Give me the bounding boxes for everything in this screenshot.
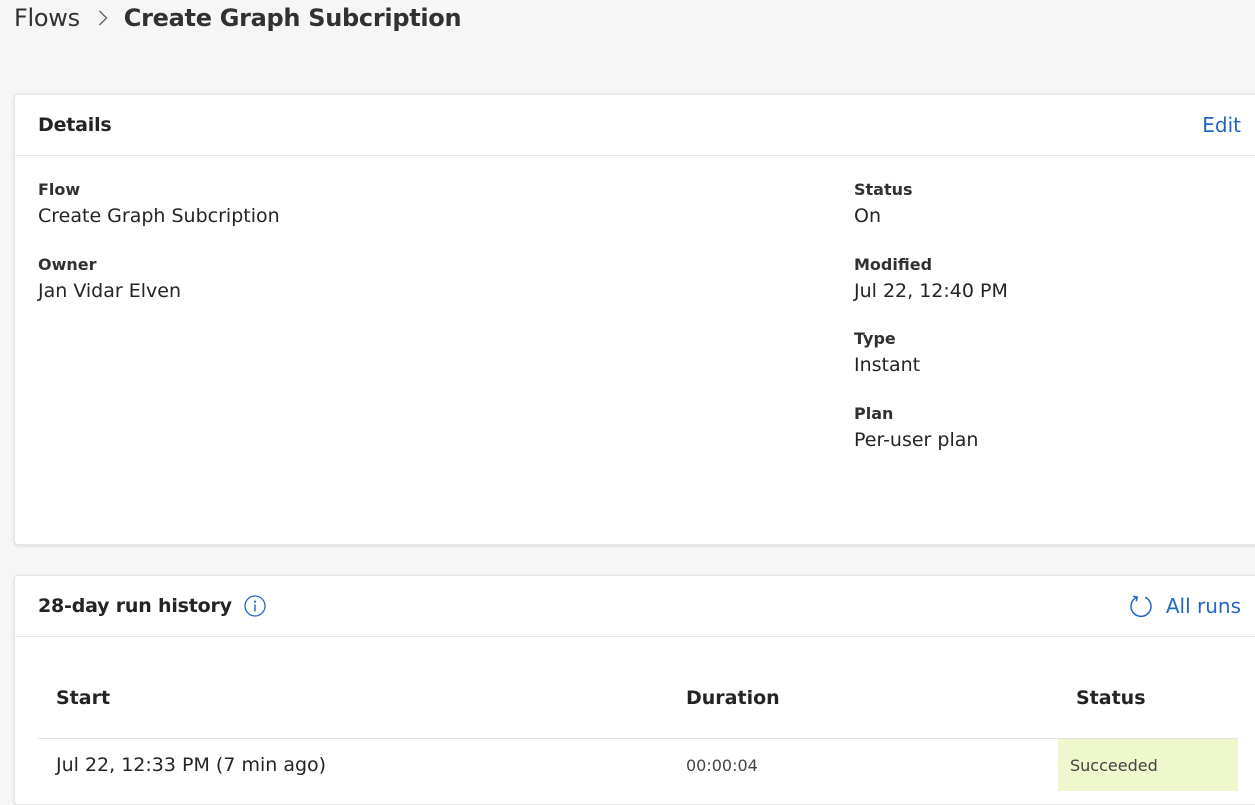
status-field: Status On [854,180,913,229]
type-label: Type [854,329,896,348]
all-runs-button[interactable]: All runs [1128,593,1241,619]
run-history-card: 28-day run history All runs Start Durati… [14,575,1255,805]
run-start-cell[interactable]: Jul 22, 12:33 PM (7 min ago) [56,739,326,791]
page-title: Create Graph Subcription [123,4,462,32]
owner-value: Jan Vidar Elven [38,280,182,302]
column-duration[interactable]: Duration [686,687,780,709]
owner-label: Owner [38,255,97,274]
modified-field: Modified Jul 22, 12:40 PM [854,255,1008,304]
run-history-title-wrap: 28-day run history [38,595,266,617]
run-history-header: 28-day run history All runs [15,576,1255,637]
run-history-table: Start Duration Status Jul 22, 12:33 PM (… [38,638,1238,791]
flow-label: Flow [38,180,81,199]
table-row[interactable]: Jul 22, 12:33 PM (7 min ago) 00:00:04 Su… [38,739,1238,791]
modified-value: Jul 22, 12:40 PM [854,280,1008,302]
details-header: Details Edit [15,95,1255,156]
details-card: Details Edit Flow Create Graph Subcripti… [14,94,1255,545]
all-runs-label: All runs [1165,594,1241,618]
owner-field: Owner Jan Vidar Elven [38,255,181,304]
flow-value: Create Graph Subcription [38,205,280,227]
run-status-badge: Succeeded [1058,739,1238,791]
status-value: On [854,205,881,227]
run-duration-cell: 00:00:04 [686,755,758,775]
run-history-title: 28-day run history [38,595,232,617]
column-start[interactable]: Start [56,687,110,709]
details-title: Details [38,114,112,136]
plan-field: Plan Per-user plan [854,404,978,453]
refresh-icon [1128,593,1154,619]
plan-value: Per-user plan [854,429,979,451]
type-field: Type Instant [854,329,920,378]
modified-label: Modified [854,255,933,274]
type-value: Instant [854,354,921,376]
info-icon[interactable] [244,595,266,617]
column-status[interactable]: Status [1076,687,1146,709]
breadcrumb-flows-link[interactable]: Flows [14,4,80,32]
breadcrumb: Flows Create Graph Subcription [14,0,462,36]
chevron-right-icon [98,10,108,26]
table-header: Start Duration Status [38,638,1238,739]
edit-button[interactable]: Edit [1202,113,1241,137]
flow-field: Flow Create Graph Subcription [38,180,280,229]
status-label: Status [854,180,913,199]
plan-label: Plan [854,404,894,423]
